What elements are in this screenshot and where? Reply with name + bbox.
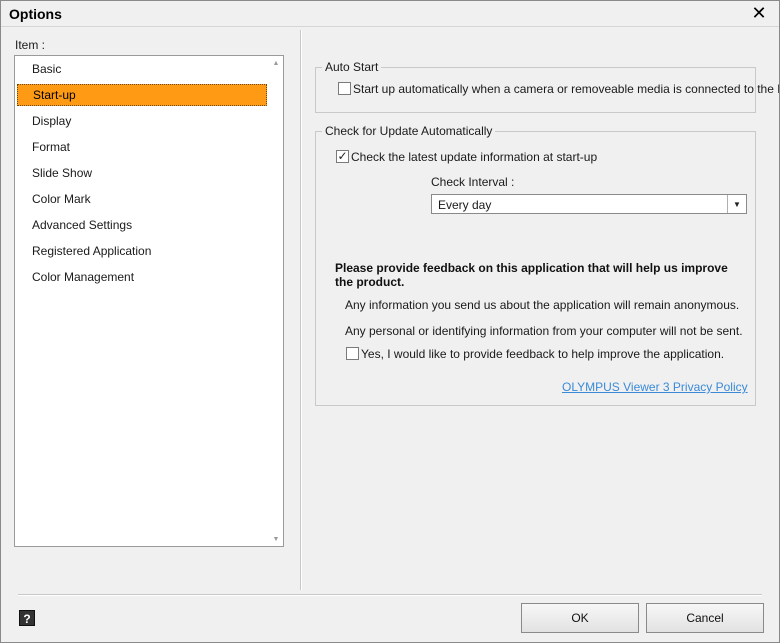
auto-start-checkbox-label[interactable]: Start up automatically when a camera or … (353, 82, 780, 96)
auto-start-checkbox[interactable] (338, 82, 351, 95)
auto-start-title: Auto Start (322, 60, 382, 74)
footer-divider (18, 594, 762, 596)
feedback-checkbox[interactable] (346, 347, 359, 360)
sidebar-item-start-up[interactable]: Start-up (17, 84, 267, 106)
check-interval-value: Every day (438, 198, 492, 212)
sidebar-item-advanced-settings[interactable]: Advanced Settings (17, 214, 267, 236)
sidebar-item-basic[interactable]: Basic (17, 58, 267, 80)
sidebar-item-registered-application[interactable]: Registered Application (17, 240, 267, 262)
privacy-policy-link[interactable]: OLYMPUS Viewer 3 Privacy Policy (562, 380, 748, 394)
ok-button[interactable]: OK (521, 603, 639, 633)
sidebar-item-color-management[interactable]: Color Management (17, 266, 267, 288)
scroll-down-icon[interactable]: ▼ (271, 535, 281, 545)
update-checkbox-label[interactable]: Check the latest update information at s… (351, 150, 597, 164)
privacy-info-text: Any personal or identifying information … (345, 324, 743, 338)
cancel-button[interactable]: Cancel (646, 603, 764, 633)
help-icon[interactable]: ? (19, 610, 35, 626)
scroll-up-icon[interactable]: ▲ (271, 59, 281, 69)
chevron-down-icon[interactable]: ▼ (727, 195, 746, 213)
sidebar-item-slide-show[interactable]: Slide Show (17, 162, 267, 184)
sidebar-item-color-mark[interactable]: Color Mark (17, 188, 267, 210)
check-interval-label: Check Interval : (431, 175, 515, 189)
close-icon[interactable]: ✕ (748, 3, 770, 23)
check-interval-select[interactable]: Every day ▼ (431, 194, 747, 214)
item-list-label: Item : (15, 38, 46, 52)
update-checkbox[interactable]: ✓ (336, 150, 349, 163)
title-bar: Options ✕ (0, 0, 780, 27)
feedback-checkbox-label[interactable]: Yes, I would like to provide feedback to… (361, 347, 724, 361)
vertical-divider (300, 30, 302, 590)
anonymous-info-text: Any information you send us about the ap… (345, 298, 740, 312)
feedback-heading: Please provide feedback on this applicat… (335, 261, 728, 289)
window-title: Options (9, 6, 62, 22)
sidebar-item-display[interactable]: Display (17, 110, 267, 132)
item-list[interactable]: Basic Start-up Display Format Slide Show… (14, 55, 284, 547)
sidebar-item-format[interactable]: Format (17, 136, 267, 158)
update-group-title: Check for Update Automatically (322, 124, 496, 138)
